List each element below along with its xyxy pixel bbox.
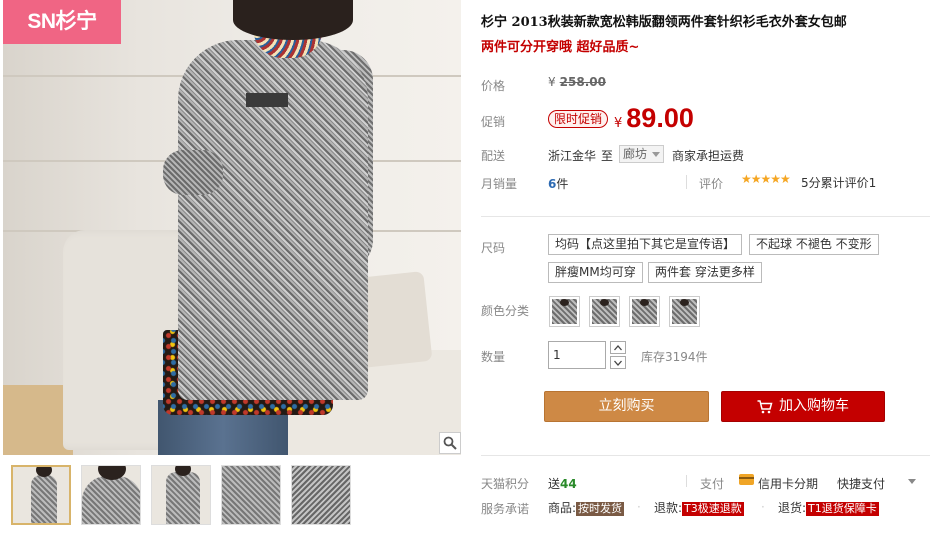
product-subtitle: 两件可分开穿哦 超好品质~ <box>481 40 640 55</box>
cart-icon <box>757 399 773 413</box>
quantity-increase-button[interactable] <box>610 341 626 354</box>
currency-symbol: ¥ <box>548 75 556 89</box>
size-option[interactable]: 两件套 穿法更多样 <box>648 262 762 283</box>
divider <box>481 455 930 456</box>
promise-return-prefix: 退货: <box>778 501 807 515</box>
size-option[interactable]: 均码【点这里拍下其它是宣传语】 <box>548 234 743 255</box>
destination-value: 廊坊 <box>623 147 648 161</box>
product-info: 杉宁 2013秋装新款宽松韩版翻领两件套针织衫毛衣外套女包邮 两件可分开穿哦 超… <box>481 0 930 535</box>
promise-goods-tag[interactable]: 按时发货 <box>576 502 625 516</box>
size-label: 尺码 <box>481 241 506 255</box>
divider <box>686 175 687 189</box>
payment-label: 支付 <box>700 477 725 491</box>
price-label: 价格 <box>481 79 506 93</box>
color-option-3[interactable] <box>629 296 660 327</box>
chevron-up-icon <box>614 344 622 350</box>
color-option-1[interactable] <box>549 296 580 327</box>
product-gallery: SN杉宁 <box>3 0 461 535</box>
monthly-sales-unit: 件 <box>556 177 569 191</box>
main-product-image[interactable] <box>3 0 461 455</box>
points-value: 44 <box>560 477 577 491</box>
separator-dot: · <box>637 500 641 514</box>
promise-goods-prefix: 商品: <box>548 501 577 515</box>
color-option-4[interactable] <box>669 296 700 327</box>
review-label: 评价 <box>699 177 724 191</box>
rating-link[interactable]: 5分累计评价1 <box>801 174 876 191</box>
ship-from: 浙江金华 <box>548 149 597 163</box>
monthly-sales: 6件 <box>548 175 568 192</box>
zoom-icon[interactable] <box>439 432 461 454</box>
destination-select[interactable]: 廊坊 <box>619 145 664 163</box>
points-prefix: 送 <box>548 477 561 491</box>
quantity-label: 数量 <box>481 350 506 364</box>
separator-dot: · <box>761 500 765 514</box>
promise-return-tag[interactable]: T1退货保障卡 <box>806 502 879 516</box>
product-title: 杉宁 2013秋装新款宽松韩版翻领两件套针织衫毛衣外套女包邮 <box>481 15 847 30</box>
shipping-fee-note: 商家承担运费 <box>672 149 745 163</box>
monthly-sales-label: 月销量 <box>481 177 518 191</box>
tmall-points: 送44 <box>548 475 577 492</box>
chevron-down-icon <box>614 360 622 366</box>
promise-refund: 退款: T3极速退款 <box>654 499 744 516</box>
promise-return: 退货: T1退货保障卡 <box>778 499 879 516</box>
stock-count: 库存3194件 <box>641 350 708 364</box>
chevron-down-icon[interactable] <box>908 479 916 484</box>
quick-pay[interactable]: 快捷支付 <box>837 475 885 492</box>
currency-symbol: ¥ <box>614 116 623 131</box>
add-to-cart-button[interactable]: 加入购物车 <box>721 391 885 422</box>
promise-refund-prefix: 退款: <box>654 501 683 515</box>
promo-label: 促销 <box>481 115 506 129</box>
buy-now-button[interactable]: 立刻购买 <box>544 391 709 422</box>
credit-card-icon <box>739 474 754 485</box>
promise-refund-tag[interactable]: T3极速退款 <box>682 502 744 516</box>
thumbnail-5[interactable] <box>291 465 351 525</box>
rating-stars: ★★★★★ <box>741 172 791 186</box>
sale-price: ¥89.00 <box>614 103 694 134</box>
quantity-input[interactable]: 1 <box>548 341 606 369</box>
size-option[interactable]: 不起球 不褪色 不变形 <box>749 234 879 255</box>
thumbnail-4[interactable] <box>221 465 281 525</box>
quantity-decrease-button[interactable] <box>610 356 626 369</box>
sale-price-value: 89.00 <box>626 103 694 133</box>
thumbnail-strip <box>11 465 351 527</box>
credit-installment[interactable]: 信用卡分期 <box>758 475 818 492</box>
ship-to-word: 至 <box>601 149 614 163</box>
promo-badge: 限时促销 <box>548 110 609 128</box>
promise-goods: 商品: 按时发货 <box>548 499 625 516</box>
divider <box>481 216 930 217</box>
color-label: 颜色分类 <box>481 304 530 318</box>
brand-logo: SN杉宁 <box>3 0 121 44</box>
thumbnail-3[interactable] <box>151 465 211 525</box>
original-price: ¥258.00 <box>548 75 606 89</box>
divider <box>686 475 687 487</box>
shipping-label: 配送 <box>481 149 506 163</box>
chevron-down-icon <box>652 152 660 157</box>
service-label: 服务承诺 <box>481 502 530 516</box>
add-to-cart-label: 加入购物车 <box>779 398 849 414</box>
thumbnail-2[interactable] <box>81 465 141 525</box>
thumbnail-1[interactable] <box>11 465 71 525</box>
color-option-2[interactable] <box>589 296 620 327</box>
original-price-value: 258.00 <box>559 75 606 89</box>
size-option[interactable]: 胖瘦MM均可穿 <box>548 262 643 283</box>
tmall-points-label: 天猫积分 <box>481 477 530 491</box>
